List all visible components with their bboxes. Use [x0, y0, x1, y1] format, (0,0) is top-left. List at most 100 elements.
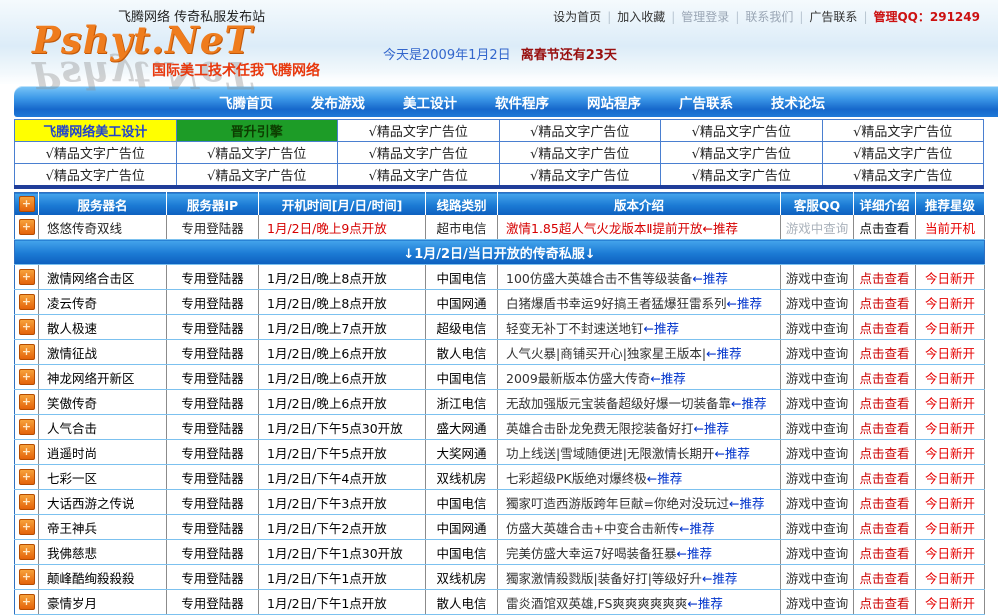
qq-query-link[interactable]: 游戏中查询 — [786, 221, 849, 236]
detail-link[interactable]: 点击查看 — [859, 521, 909, 536]
detail-link[interactable]: 点击查看 — [859, 446, 909, 461]
recommend-link[interactable]: ←推荐 — [647, 471, 682, 486]
qq-query-link[interactable]: 游戏中查询 — [786, 546, 849, 561]
ad-slot[interactable]: √精品文字广告位 — [338, 142, 500, 164]
plus-icon[interactable]: + — [19, 494, 35, 510]
qq-query-link[interactable]: 游戏中查询 — [786, 346, 849, 361]
recommend-link[interactable]: ←推荐 — [692, 271, 727, 286]
plus-icon[interactable]: + — [19, 519, 35, 535]
ad-slot[interactable]: √精品文字广告位 — [176, 164, 338, 188]
ad-slot[interactable]: √精品文字广告位 — [822, 142, 984, 164]
nav-item-5[interactable]: 广告联系 — [660, 92, 752, 112]
ad-slot[interactable]: √精品文字广告位 — [338, 164, 500, 188]
qq-query-link[interactable]: 游戏中查询 — [786, 421, 849, 436]
ad-slot[interactable]: √精品文字广告位 — [499, 164, 661, 188]
detail-link[interactable]: 点击查看 — [859, 596, 909, 611]
plus-icon[interactable]: + — [19, 344, 35, 360]
plus-icon[interactable]: + — [19, 269, 35, 285]
qq-query-link[interactable]: 游戏中查询 — [786, 446, 849, 461]
topbar-link-1[interactable]: 加入收藏 — [617, 10, 665, 24]
ad-slot[interactable]: √精品文字广告位 — [661, 142, 823, 164]
nav-item-4[interactable]: 网站程序 — [568, 92, 660, 112]
qq-cell: 游戏中查询 — [781, 565, 854, 590]
qq-query-link[interactable]: 游戏中查询 — [786, 471, 849, 486]
qq-query-link[interactable]: 游戏中查询 — [786, 321, 849, 336]
recommend-link[interactable]: ←推荐 — [679, 521, 714, 536]
open-time-cell: 1月/2日/下午1点30开放 — [259, 540, 426, 565]
qq-query-link[interactable]: 游戏中查询 — [786, 396, 849, 411]
ad-slot[interactable]: √精品文字广告位 — [15, 142, 177, 164]
detail-link[interactable]: 点击查看 — [859, 496, 909, 511]
topbar-link-4[interactable]: 广告联系 — [809, 10, 857, 24]
topbar-link-3[interactable]: 联系我们 — [745, 10, 793, 24]
plus-icon[interactable]: + — [19, 444, 35, 460]
plus-icon[interactable]: + — [19, 594, 35, 610]
plus-icon[interactable]: + — [19, 319, 35, 335]
recommend-link[interactable]: ←推荐 — [703, 221, 738, 236]
plus-icon[interactable]: + — [19, 196, 35, 212]
qq-query-link[interactable]: 游戏中查询 — [786, 521, 849, 536]
plus-icon[interactable]: + — [19, 219, 35, 235]
ad-slot[interactable]: √精品文字广告位 — [661, 120, 823, 142]
plus-icon[interactable]: + — [19, 369, 35, 385]
recommend-link[interactable]: ←推荐 — [687, 596, 722, 611]
detail-link[interactable]: 点击查看 — [859, 421, 909, 436]
recommend-link[interactable]: ←推荐 — [676, 546, 711, 561]
qq-query-link[interactable]: 游戏中查询 — [786, 596, 849, 611]
recommend-link[interactable]: ←推荐 — [694, 421, 729, 436]
qq-query-link[interactable]: 游戏中查询 — [786, 271, 849, 286]
plus-icon[interactable]: + — [19, 469, 35, 485]
recommend-link[interactable]: ←推荐 — [729, 496, 764, 511]
recommend-link[interactable]: ←推荐 — [702, 571, 737, 586]
detail-cell: 点击查看 — [854, 340, 916, 365]
plus-icon[interactable]: + — [19, 419, 35, 435]
ad-slot[interactable]: √精品文字广告位 — [661, 164, 823, 188]
detail-link[interactable]: 点击查看 — [859, 571, 909, 586]
line-type-cell: 中国电信 — [426, 365, 498, 390]
nav-item-3[interactable]: 软件程序 — [476, 92, 568, 112]
recommend-link[interactable]: ←推荐 — [650, 371, 685, 386]
topbar-link-0[interactable]: 设为首页 — [553, 10, 601, 24]
detail-link[interactable]: 点击查看 — [859, 221, 909, 236]
plus-icon[interactable]: + — [19, 394, 35, 410]
ad-slot[interactable]: √精品文字广告位 — [822, 164, 984, 188]
plus-icon[interactable]: + — [19, 544, 35, 560]
qq-query-link[interactable]: 游戏中查询 — [786, 296, 849, 311]
detail-link[interactable]: 点击查看 — [859, 546, 909, 561]
ad-slot[interactable]: √精品文字广告位 — [15, 164, 177, 188]
ad-slot[interactable]: √精品文字广告位 — [338, 120, 500, 142]
plus-icon[interactable]: + — [19, 294, 35, 310]
detail-link[interactable]: 点击查看 — [859, 296, 909, 311]
recommend-link[interactable]: ←推荐 — [731, 396, 766, 411]
ad-slot[interactable]: √精品文字广告位 — [822, 120, 984, 142]
qq-query-link[interactable]: 游戏中查询 — [786, 371, 849, 386]
ad-slot[interactable]: √精品文字广告位 — [499, 142, 661, 164]
status-cell: 今日新开 — [916, 415, 985, 440]
detail-link[interactable]: 点击查看 — [859, 346, 909, 361]
detail-link[interactable]: 点击查看 — [859, 371, 909, 386]
qq-query-link[interactable]: 游戏中查询 — [786, 496, 849, 511]
line-type-cell: 中国网通 — [426, 290, 498, 315]
ad-slot-featured[interactable]: 飞腾网络美工设计 — [15, 120, 177, 142]
line-type-cell: 散人电信 — [426, 590, 498, 615]
version-cell: 功上线送|雪域随便进|无限激情长期开←推荐 — [498, 440, 781, 465]
ad-slot-featured[interactable]: 晋升引擎 — [176, 120, 338, 142]
ad-slot[interactable]: √精品文字广告位 — [176, 142, 338, 164]
nav-item-2[interactable]: 美工设计 — [384, 92, 476, 112]
ad-slot[interactable]: √精品文字广告位 — [499, 120, 661, 142]
detail-link[interactable]: 点击查看 — [859, 271, 909, 286]
nav-item-6[interactable]: 技术论坛 — [752, 92, 844, 112]
detail-link[interactable]: 点击查看 — [859, 471, 909, 486]
plus-icon[interactable]: + — [19, 569, 35, 585]
recommend-link[interactable]: ←推荐 — [726, 296, 761, 311]
topbar-link-2[interactable]: 管理登录 — [681, 10, 729, 24]
detail-link[interactable]: 点击查看 — [859, 396, 909, 411]
status-label: 今日新开 — [925, 571, 975, 586]
recommend-link[interactable]: ←推荐 — [714, 446, 749, 461]
qq-query-link[interactable]: 游戏中查询 — [786, 571, 849, 586]
detail-link[interactable]: 点击查看 — [859, 321, 909, 336]
recommend-link[interactable]: ←推荐 — [706, 346, 741, 361]
recommend-link[interactable]: ←推荐 — [644, 321, 679, 336]
nav-item-1[interactable]: 发布游戏 — [292, 92, 384, 112]
detail-cell: 点击查看 — [854, 215, 916, 240]
